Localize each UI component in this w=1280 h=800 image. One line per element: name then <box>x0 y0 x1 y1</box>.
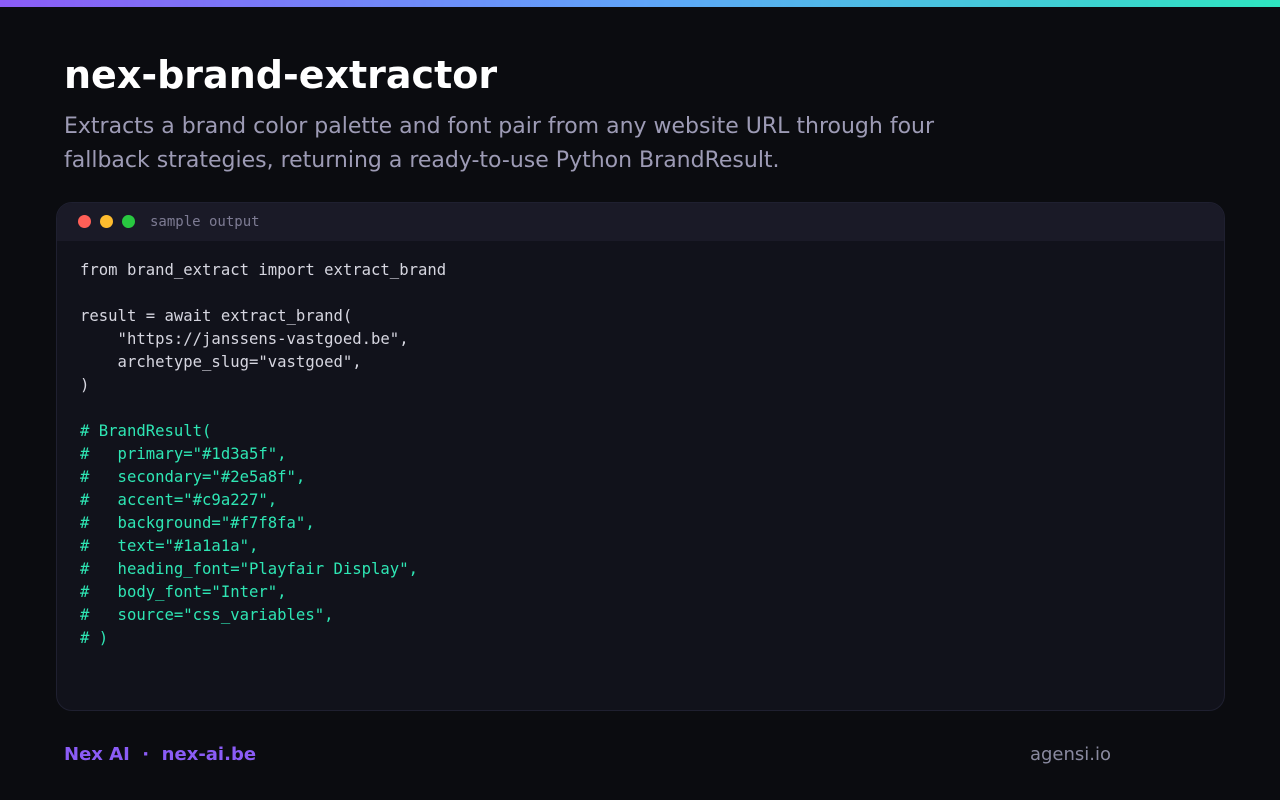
code-comment-line: # accent="#c9a227", <box>80 491 278 509</box>
code-block: from brand_extract import extract_brandr… <box>80 259 446 650</box>
code-comment-line: # body_font="Inter", <box>80 583 287 601</box>
code-window-label: sample output <box>150 214 260 230</box>
code-comment-line: # background="#f7f8fa", <box>80 514 315 532</box>
code-comment-line: # text="#1a1a1a", <box>80 537 259 555</box>
close-dot-icon <box>78 215 91 228</box>
code-window-header: sample output <box>57 203 1224 241</box>
footer-site: agensi.io <box>1029 744 1111 765</box>
code-comment-line: # heading_font="Playfair Display", <box>80 560 418 578</box>
code-line: ) <box>80 376 90 394</box>
code-line: result = await extract_brand( <box>80 307 353 325</box>
code-line: from brand_extract import extract_brand <box>80 261 447 279</box>
code-comment-line: # ) <box>80 629 109 647</box>
top-gradient-bar <box>0 0 1280 7</box>
footer-brand: Nex AI · nex-ai.be <box>64 744 257 765</box>
minimize-dot-icon <box>100 215 113 228</box>
code-comment-line: # BrandResult( <box>80 422 212 440</box>
page-title: nex-brand-extractor <box>64 53 498 97</box>
code-comment-line: # primary="#1d3a5f", <box>80 445 287 463</box>
code-comment-line: # source="css_variables", <box>80 606 334 624</box>
maximize-dot-icon <box>122 215 135 228</box>
code-line: "https://janssens-vastgoed.be", <box>80 330 409 348</box>
code-window: sample output from brand_extract import … <box>56 202 1225 711</box>
code-comment-line: # secondary="#2e5a8f", <box>80 468 306 486</box>
page-subtitle: Extracts a brand color palette and font … <box>64 114 935 173</box>
code-line: archetype_slug="vastgoed", <box>80 353 362 371</box>
